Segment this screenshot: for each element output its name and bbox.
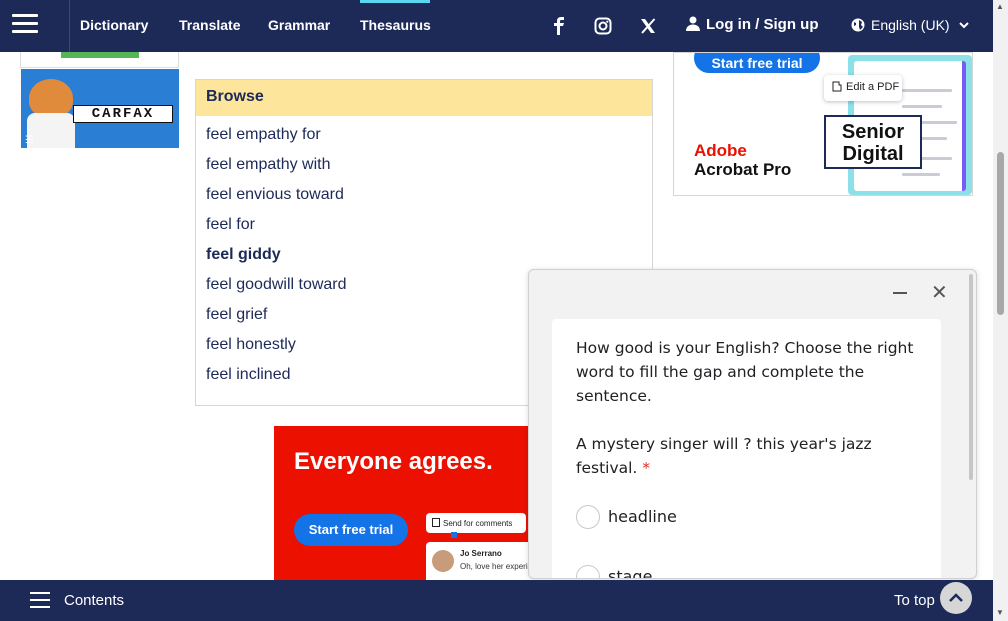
send-for-comments-chip: Send for comments bbox=[426, 513, 526, 533]
option-label: headline bbox=[608, 507, 677, 526]
fox-mascot-body bbox=[27, 113, 75, 148]
active-tab-indicator bbox=[360, 0, 430, 3]
bottom-bar: Contents To top bbox=[0, 580, 993, 621]
scroll-thumb[interactable] bbox=[997, 152, 1004, 315]
contents-link[interactable]: Contents bbox=[64, 592, 124, 609]
contents-menu-icon[interactable] bbox=[30, 592, 50, 608]
adobe-logo: Adobe Acrobat Pro bbox=[694, 141, 791, 179]
close-icon[interactable]: ✕ bbox=[931, 283, 948, 303]
adobe-ad-bottom[interactable]: Everyone agrees. Start free trial Send f… bbox=[274, 426, 528, 580]
comment-card: Jo Serrano Oh, love her experi bbox=[426, 542, 528, 580]
login-link[interactable]: Log in / Sign up bbox=[686, 16, 818, 33]
adobe-wordmark: Adobe bbox=[694, 141, 747, 160]
quiz-scrollbar[interactable] bbox=[969, 274, 973, 480]
browse-item[interactable]: feel envious toward bbox=[196, 180, 652, 210]
chevron-down-icon bbox=[959, 22, 970, 29]
facebook-icon[interactable] bbox=[553, 17, 565, 40]
browse-item[interactable]: feel for bbox=[196, 210, 652, 240]
ad-menu-icon[interactable]: ☰ bbox=[25, 135, 34, 146]
ad-headline: Everyone agrees. bbox=[294, 448, 493, 475]
fox-mascot-icon bbox=[29, 79, 73, 117]
chevron-up-icon bbox=[949, 593, 963, 602]
browse-item[interactable]: feel empathy for bbox=[196, 120, 652, 150]
language-selector[interactable]: English (UK) bbox=[851, 17, 970, 33]
carfax-logo: CARFAX bbox=[73, 105, 173, 123]
browse-item-current: feel giddy bbox=[206, 246, 281, 263]
edit-document-icon bbox=[832, 81, 842, 92]
nav-thesaurus[interactable]: Thesaurus bbox=[360, 17, 431, 33]
user-icon bbox=[686, 16, 700, 31]
nav-translate[interactable]: Translate bbox=[179, 17, 240, 33]
comment-text: Oh, love her experi bbox=[460, 562, 528, 571]
start-trial-button[interactable]: Start free trial bbox=[694, 53, 820, 73]
avatar bbox=[432, 550, 454, 572]
overlay-line-2: Digital bbox=[842, 143, 904, 165]
cursor-marker bbox=[451, 532, 457, 538]
top-navigation: Dictionary Translate Grammar Thesaurus L… bbox=[0, 0, 993, 52]
login-label: Log in / Sign up bbox=[706, 16, 819, 33]
ad-green-bar bbox=[61, 52, 139, 58]
menu-icon[interactable] bbox=[12, 14, 38, 36]
chip-label: Send for comments bbox=[443, 519, 513, 528]
quiz-prompt-text: A mystery singer will ? this year's jazz… bbox=[576, 435, 872, 477]
scroll-up-arrow-icon[interactable]: ▲ bbox=[996, 2, 1004, 11]
edit-pdf-chip: Edit a PDF bbox=[824, 75, 902, 101]
x-icon[interactable] bbox=[640, 18, 656, 39]
quiz-prompt: A mystery singer will ? this year's jazz… bbox=[576, 432, 926, 480]
quiz-popup: ✕ How good is your English? Choose the r… bbox=[528, 269, 977, 579]
radio-button[interactable] bbox=[576, 505, 600, 529]
instagram-icon[interactable] bbox=[594, 17, 612, 40]
quiz-option-headline[interactable]: headline bbox=[576, 505, 726, 531]
carfax-ad[interactable]: CARFAX ☰ bbox=[21, 69, 179, 148]
browse-title: Browse bbox=[196, 80, 652, 116]
quiz-option-stage[interactable]: stage bbox=[576, 565, 726, 579]
nav-grammar[interactable]: Grammar bbox=[268, 17, 330, 33]
left-ad-frame bbox=[20, 52, 179, 68]
nav-divider bbox=[69, 0, 70, 52]
quiz-card: How good is your English? Choose the rig… bbox=[552, 319, 941, 579]
adobe-ad-right[interactable]: Start free trial Adobe Acrobat Pro Edit … bbox=[673, 52, 973, 196]
overlay-line-1: Senior bbox=[841, 121, 905, 143]
globe-icon bbox=[851, 18, 865, 32]
option-label: stage bbox=[608, 567, 653, 579]
comment-author: Jo Serrano bbox=[460, 549, 502, 558]
nav-dictionary[interactable]: Dictionary bbox=[80, 17, 148, 33]
to-top-button[interactable] bbox=[940, 582, 972, 614]
start-trial-button-bottom[interactable]: Start free trial bbox=[294, 514, 408, 546]
page-scrollbar[interactable]: ▲ ▼ bbox=[993, 0, 1008, 621]
language-label: English (UK) bbox=[871, 17, 950, 33]
edit-pdf-label: Edit a PDF bbox=[846, 81, 900, 93]
required-marker: * bbox=[642, 459, 651, 477]
scroll-down-arrow-icon[interactable]: ▼ bbox=[996, 608, 1004, 617]
browse-item[interactable]: feel empathy with bbox=[196, 150, 652, 180]
acrobat-wordmark: Acrobat Pro bbox=[694, 160, 792, 179]
quiz-question: How good is your English? Choose the rig… bbox=[576, 339, 914, 405]
to-top-label[interactable]: To top bbox=[894, 592, 935, 609]
minimize-icon[interactable] bbox=[893, 292, 907, 294]
share-document-icon bbox=[432, 518, 440, 527]
radio-button[interactable] bbox=[576, 565, 600, 578]
senior-digital-overlay: Senior Digital bbox=[824, 115, 922, 169]
